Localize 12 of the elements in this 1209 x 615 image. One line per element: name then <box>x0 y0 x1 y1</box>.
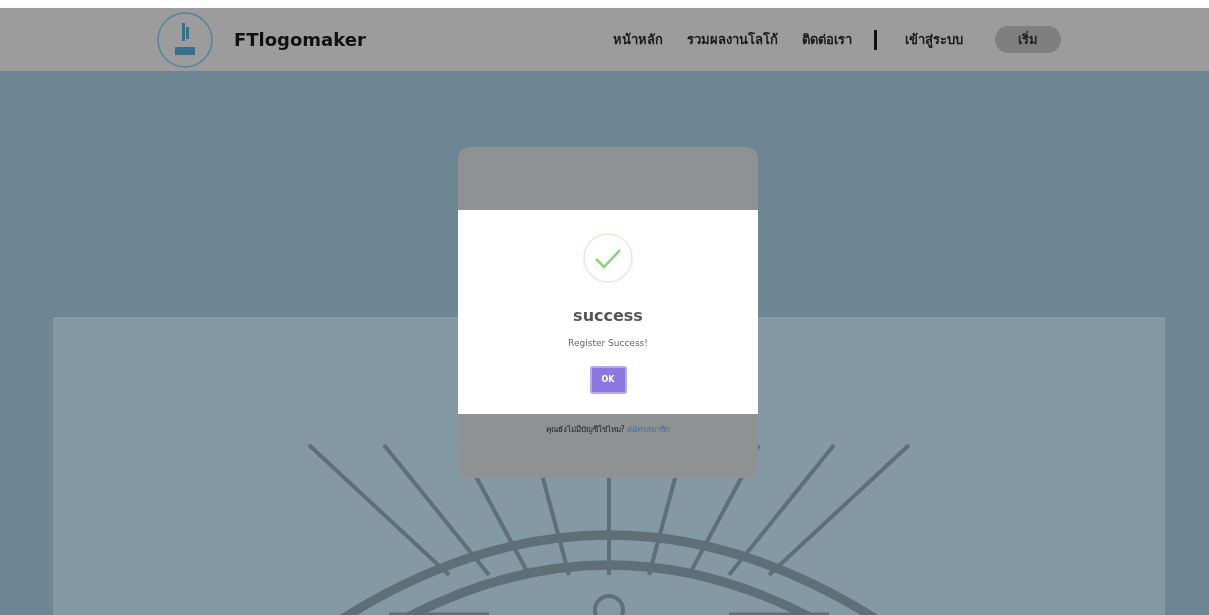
nav-link[interactable]: เข้าสู่ระบบ <box>905 29 963 50</box>
nav-link[interactable]: ติดต่อเรา <box>802 29 852 50</box>
brand-name: FTlogomaker <box>234 28 366 52</box>
ok-button[interactable]: OK <box>589 365 627 394</box>
nav-link[interactable]: หน้าหลัก <box>613 29 663 50</box>
logo-icon <box>156 10 214 69</box>
success-check-icon <box>583 233 633 283</box>
dialog-message: Register Success! <box>568 337 648 350</box>
start-button[interactable]: เริ่ม <box>995 26 1061 53</box>
dialog-title: success <box>573 305 643 327</box>
nav-link[interactable]: รวมผลงานโลโก้ <box>687 29 778 50</box>
signup-prompt: คุณยังไม่มีบัญชีใช่ไหม? สมัครสมาชิก <box>545 424 671 436</box>
